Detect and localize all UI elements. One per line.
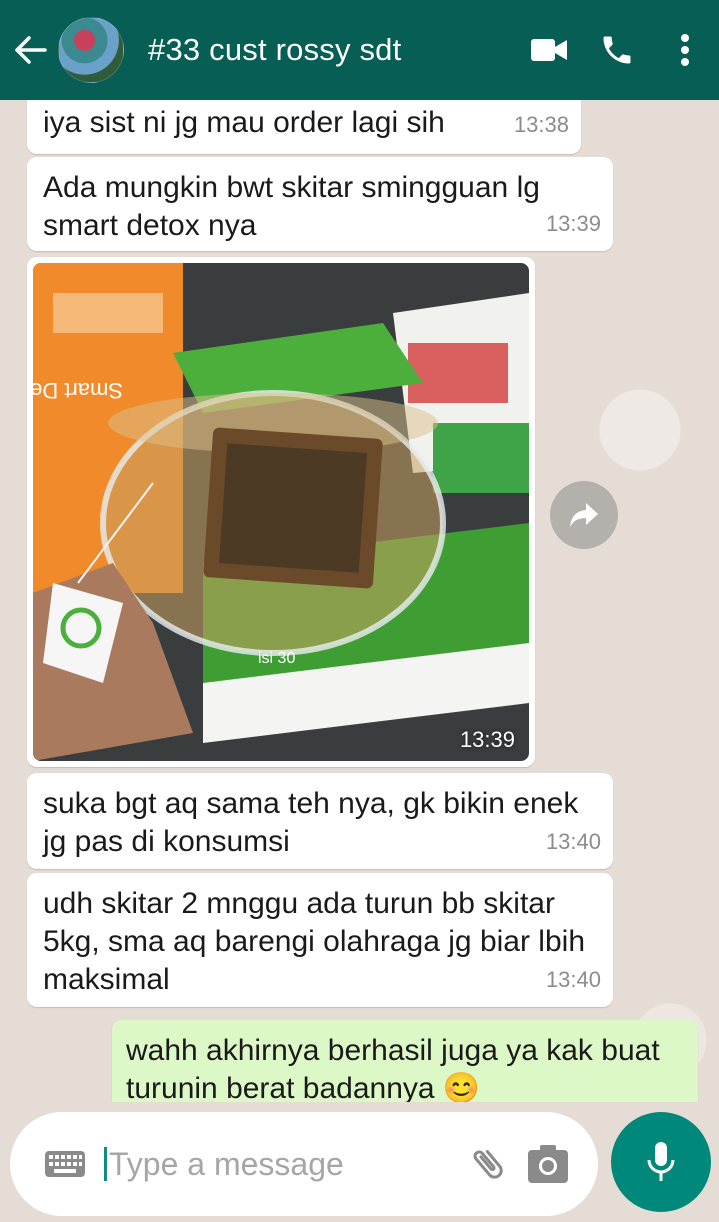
image-message[interactable]: Smart Detox Tea isi 30 13:39 <box>27 257 535 767</box>
message-bubble-outgoing[interactable]: wahh akhirnya berhasil juga ya kak buat … <box>112 1020 698 1102</box>
message-bubble[interactable]: Ada mungkin bwt skitar smingguan lg smar… <box>27 157 613 251</box>
composer: Type a message <box>0 1102 719 1222</box>
message-text: wahh akhirnya berhasil juga ya kak buat … <box>126 1034 660 1102</box>
message-list[interactable]: iya sist ni jg mau order lagi sih 13:38 … <box>0 100 719 1102</box>
box-side-label: Smart Detox Tea <box>33 378 123 403</box>
keyboard-button[interactable] <box>30 1150 100 1178</box>
paperclip-icon <box>473 1150 503 1179</box>
message-text: suka bgt aq sama teh nya, gk bikin enek … <box>43 787 579 858</box>
message-time: 13:40 <box>545 967 601 992</box>
video-call-button[interactable] <box>515 0 583 100</box>
voice-call-button[interactable] <box>583 0 651 100</box>
tea-cup-image: Smart Detox Tea isi 30 <box>33 263 529 761</box>
message-bubble[interactable]: iya sist ni jg mau order lagi sih 13:38 <box>27 100 581 154</box>
camera-icon <box>528 1145 568 1183</box>
message-text: udh skitar 2 mnggu ada turun bb skitar 5… <box>43 887 586 996</box>
box-count-label: isi 30 <box>258 650 295 667</box>
voice-record-button[interactable] <box>611 1112 711 1212</box>
back-button[interactable] <box>0 0 60 100</box>
message-time: 13:39 <box>459 727 515 752</box>
attach-button[interactable] <box>458 1144 518 1184</box>
product-photo[interactable]: Smart Detox Tea isi 30 13:39 <box>33 263 529 761</box>
arrow-left-icon <box>15 36 47 64</box>
message-time: 13:39 <box>545 211 601 236</box>
message-input[interactable]: Type a message <box>109 1146 458 1183</box>
forward-icon <box>570 503 598 527</box>
text-cursor <box>104 1147 107 1181</box>
menu-button[interactable] <box>651 0 719 100</box>
keyboard-icon <box>45 1151 85 1177</box>
message-text: Ada mungkin bwt skitar smingguan lg smar… <box>43 171 540 242</box>
message-input-bar[interactable]: Type a message <box>10 1112 598 1216</box>
avatar[interactable] <box>58 17 124 83</box>
message-text: iya sist ni jg mau order lagi sih <box>43 106 445 139</box>
more-vert-icon <box>681 34 689 66</box>
chat-title[interactable]: #33 cust rossy sdt <box>148 32 515 68</box>
microphone-icon <box>647 1142 675 1181</box>
message-time: 13:40 <box>545 829 601 854</box>
chat-header: #33 cust rossy sdt <box>0 0 719 100</box>
message-bubble[interactable]: suka bgt aq sama teh nya, gk bikin enek … <box>27 773 613 869</box>
forward-button[interactable] <box>550 481 618 549</box>
camera-button[interactable] <box>518 1144 578 1184</box>
phone-icon <box>603 36 631 64</box>
message-time: 13:38 <box>513 112 569 137</box>
video-call-icon <box>531 39 567 61</box>
message-bubble[interactable]: udh skitar 2 mnggu ada turun bb skitar 5… <box>27 873 613 1007</box>
